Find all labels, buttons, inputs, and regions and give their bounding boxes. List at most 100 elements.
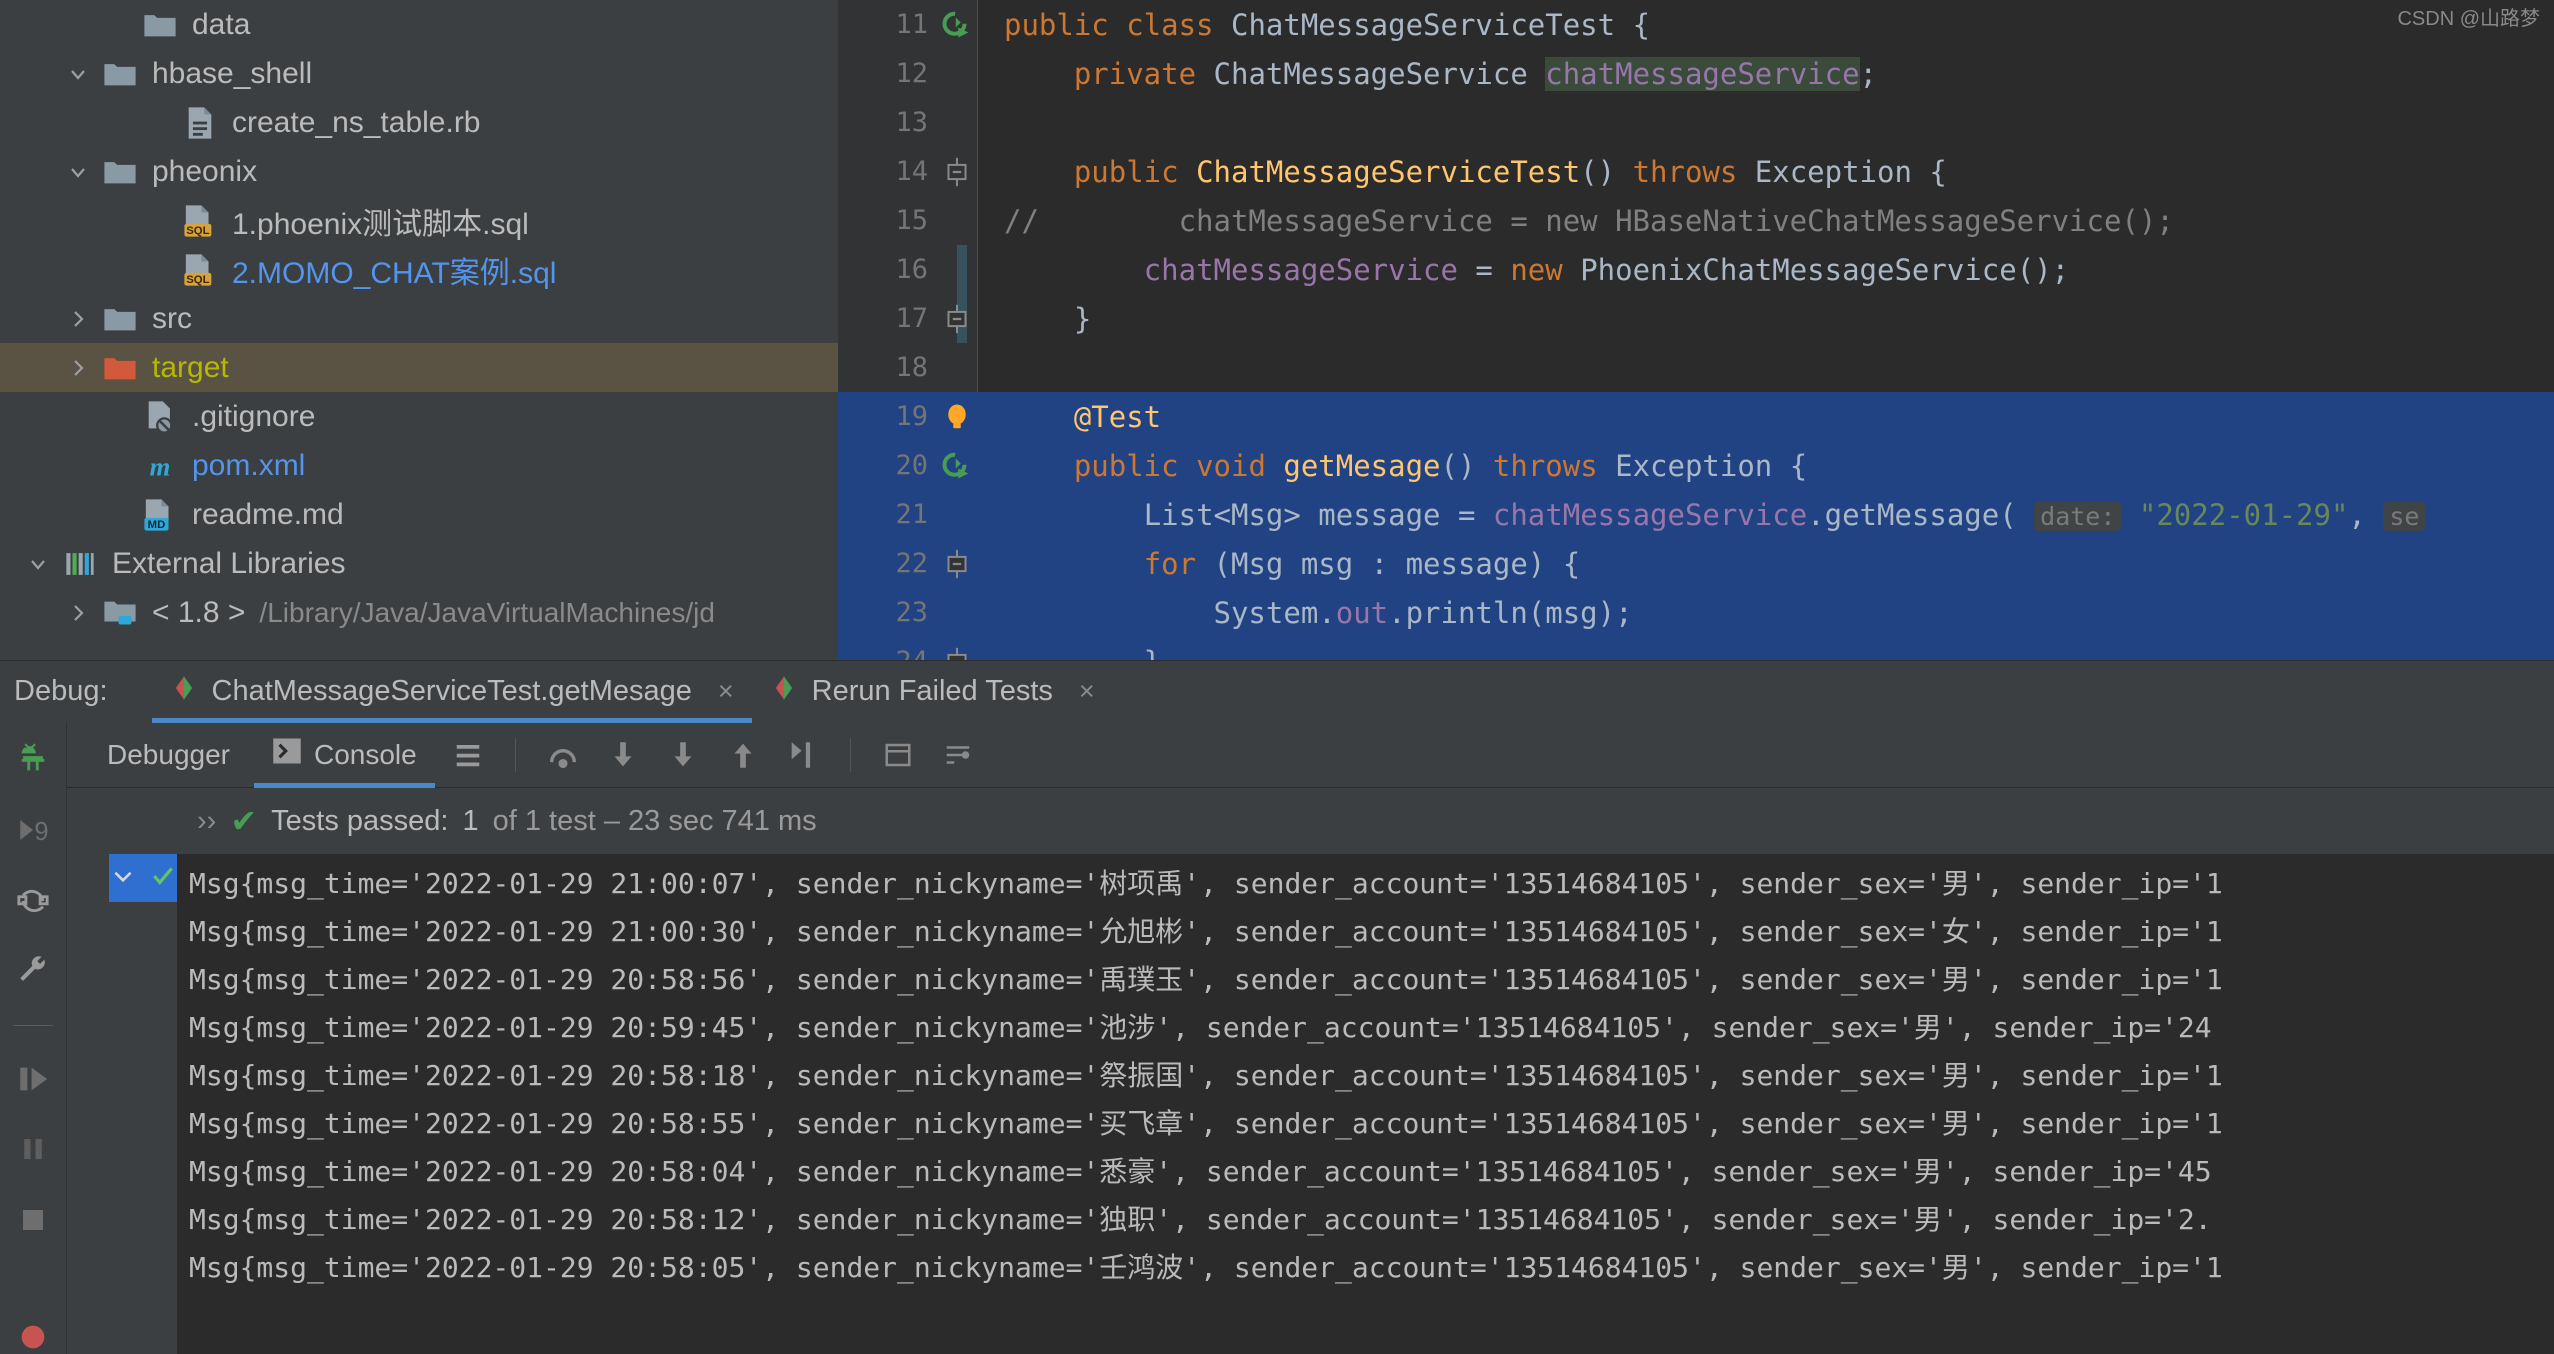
code-line-17[interactable]: 17 }	[838, 294, 2554, 343]
code-line-18[interactable]: 18	[838, 343, 2554, 392]
resume-icon[interactable]	[6, 1061, 60, 1096]
code-text: System.out.println(msg);	[1213, 595, 1633, 630]
folder-icon	[98, 59, 142, 89]
pause-icon[interactable]	[6, 1132, 60, 1167]
tree-item--gitignore[interactable]: .gitignore	[0, 392, 838, 441]
tree-item-label: create_ns_table.rb	[232, 105, 481, 139]
run-test-icon[interactable]	[936, 10, 978, 40]
record-icon[interactable]	[6, 1319, 60, 1354]
code-line-20[interactable]: 20 public void getMesage() throws Except…	[838, 441, 2554, 490]
code-line-15[interactable]: 15 // chatMessageService = new HBaseNativ…	[838, 196, 2554, 245]
settings-wrench-icon[interactable]	[6, 954, 60, 989]
tab-run-icon	[770, 674, 798, 710]
toolbar-divider-2	[849, 737, 851, 772]
tree-item-label: 2.MOMO_CHAT案例.sql	[232, 256, 557, 290]
tree-item-hbase-shell[interactable]: hbase_shell	[0, 49, 838, 98]
tab-console[interactable]: Console	[253, 722, 435, 788]
bulb-icon[interactable]	[936, 402, 978, 432]
tree-item-data[interactable]: data	[0, 0, 838, 49]
disclosure-expanded-icon[interactable]	[58, 62, 98, 86]
code-line-24[interactable]: 24 }	[838, 637, 2554, 660]
disclosure-collapsed-icon[interactable]	[58, 307, 98, 331]
line-number: 13	[895, 107, 928, 138]
code-line-19[interactable]: 19 @Test	[838, 392, 2554, 441]
code-text: private ChatMessageService chatMessageSe…	[1073, 56, 1878, 91]
step-out-icon[interactable]	[716, 728, 770, 782]
fold-open-icon[interactable]	[936, 155, 978, 189]
frames-icon[interactable]: 9	[6, 813, 60, 848]
tree-item-pheonix[interactable]: pheonix	[0, 147, 838, 196]
tree-item--1-8-[interactable]: < 1.8 > /Library/Java/JavaVirtualMachines…	[0, 588, 838, 637]
close-icon[interactable]: ×	[1067, 676, 1095, 707]
status-chevrons: ››	[197, 804, 217, 837]
filter-icon[interactable]	[931, 728, 985, 782]
step-over-icon[interactable]	[536, 728, 590, 782]
fold-close-icon[interactable]	[936, 645, 978, 660]
tree-item-2-momo-chat-sql[interactable]: SQL 2.MOMO_CHAT案例.sql	[0, 245, 838, 294]
status-check-icon: ✔	[230, 803, 258, 839]
restore-layout-icon[interactable]	[6, 883, 60, 918]
tree-item-readme-md[interactable]: MD readme.md	[0, 490, 838, 539]
debug-toolbar[interactable]: Debugger Console	[67, 722, 2554, 788]
force-step-into-icon[interactable]	[656, 728, 710, 782]
layout-icon[interactable]	[441, 728, 495, 782]
console-text[interactable]: Msg{msg_time='2022-01-29 21:00:07', send…	[177, 854, 2554, 1354]
code-line-16[interactable]: 16 chatMessageService = new PhoenixChatM…	[838, 245, 2554, 294]
code-line-14[interactable]: 14 public ChatMessageServiceTest() throw…	[838, 147, 2554, 196]
run-test-icon[interactable]	[936, 451, 978, 481]
console-line: Msg{msg_time='2022-01-29 20:58:55', send…	[189, 1107, 2223, 1140]
line-number: 18	[895, 352, 928, 383]
debug-main: Debugger Console ›› ✔ Tests passed: 1 of…	[67, 722, 2554, 1354]
chevron-down-icon[interactable]	[110, 863, 136, 894]
evaluate-icon[interactable]	[871, 728, 925, 782]
fold-open-icon[interactable]	[936, 547, 978, 581]
folder-icon	[98, 304, 142, 334]
svg-text:m: m	[150, 451, 171, 481]
line-number: 21	[895, 499, 928, 530]
code-line-11[interactable]: 11 public class ChatMessageServiceTest {	[838, 0, 2554, 49]
code-line-23[interactable]: 23 System.out.println(msg);	[838, 588, 2554, 637]
code-text: for (Msg msg : message) {	[1143, 546, 1581, 581]
status-count: 1	[462, 804, 479, 837]
status-detail: of 1 test – 23 sec 741 ms	[492, 804, 817, 837]
code-line-21[interactable]: 21 List<Msg> message = chatMessageServic…	[838, 490, 2554, 539]
project-tree[interactable]: data hbase_shell create_ns_table.rbpheonix…	[0, 0, 838, 660]
tree-item-external-libraries[interactable]: External Libraries	[0, 539, 838, 588]
console-line: Msg{msg_time='2022-01-29 21:00:07', send…	[189, 867, 2223, 900]
tree-item-label: hbase_shell	[152, 56, 313, 90]
tree-item-label: src	[152, 301, 192, 335]
code-line-12[interactable]: 12 private ChatMessageService chatMessag…	[838, 49, 2554, 98]
step-into-icon[interactable]	[596, 728, 650, 782]
debug-header: Debug: ChatMessageServiceTest.getMesage ×…	[0, 660, 2554, 723]
svg-text:SQL: SQL	[186, 274, 209, 286]
folder-icon	[138, 10, 182, 40]
code-line-22[interactable]: 22 for (Msg msg : message) {	[838, 539, 2554, 588]
stop-icon[interactable]	[6, 1203, 60, 1238]
disclosure-expanded-icon[interactable]	[18, 552, 58, 576]
debug-tab-label: Rerun Failed Tests	[811, 675, 1053, 707]
debug-tab-0[interactable]: ChatMessageServiceTest.getMesage ×	[151, 661, 752, 723]
debug-side-toolbar[interactable]: 9	[0, 722, 67, 1354]
disclosure-collapsed-icon[interactable]	[58, 356, 98, 380]
tree-item-label: < 1.8 >	[152, 595, 246, 629]
console-line: Msg{msg_time='2022-01-29 20:58:12', send…	[189, 1203, 2212, 1236]
close-icon[interactable]: ×	[706, 676, 734, 707]
maven-icon: m	[138, 450, 182, 482]
code-text: public ChatMessageServiceTest() throws E…	[1073, 154, 1947, 189]
run-to-cursor-icon[interactable]	[776, 728, 830, 782]
debug-tab-1[interactable]: Rerun Failed Tests ×	[752, 661, 1113, 723]
disclosure-expanded-icon[interactable]	[58, 160, 98, 184]
tree-item-create-ns-table-rb[interactable]: create_ns_table.rb	[0, 98, 838, 147]
code-editor[interactable]: 11 public class ChatMessageServiceTest {1…	[838, 0, 2554, 660]
tree-item-target[interactable]: target	[0, 343, 838, 392]
tree-item-pom-xml[interactable]: m pom.xml	[0, 441, 838, 490]
fold-close-icon[interactable]	[936, 302, 978, 336]
code-line-13[interactable]: 13	[838, 98, 2554, 147]
tree-item-1-phoenix-sql[interactable]: SQL 1.phoenix测试脚本.sql	[0, 196, 838, 245]
debug-bug-icon[interactable]	[6, 742, 60, 777]
disclosure-collapsed-icon[interactable]	[58, 601, 98, 625]
console-output-area[interactable]: Msg{msg_time='2022-01-29 21:00:07', send…	[67, 854, 2554, 1354]
tab-debugger[interactable]: Debugger	[89, 722, 248, 788]
tree-item-src[interactable]: src	[0, 294, 838, 343]
console-fold-selected[interactable]	[109, 854, 177, 902]
